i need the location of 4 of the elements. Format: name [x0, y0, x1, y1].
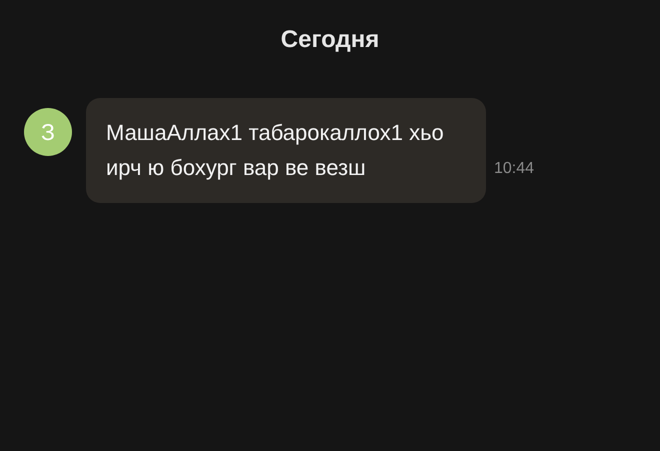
message-bubble: МашаАллах1 табарокаллох1 хьо ирч ю бохург вар ве везш [86, 98, 486, 203]
date-header: Сегодня [280, 26, 380, 54]
avatar[interactable]: З [24, 108, 72, 156]
message-time: 10:44 [494, 160, 534, 178]
